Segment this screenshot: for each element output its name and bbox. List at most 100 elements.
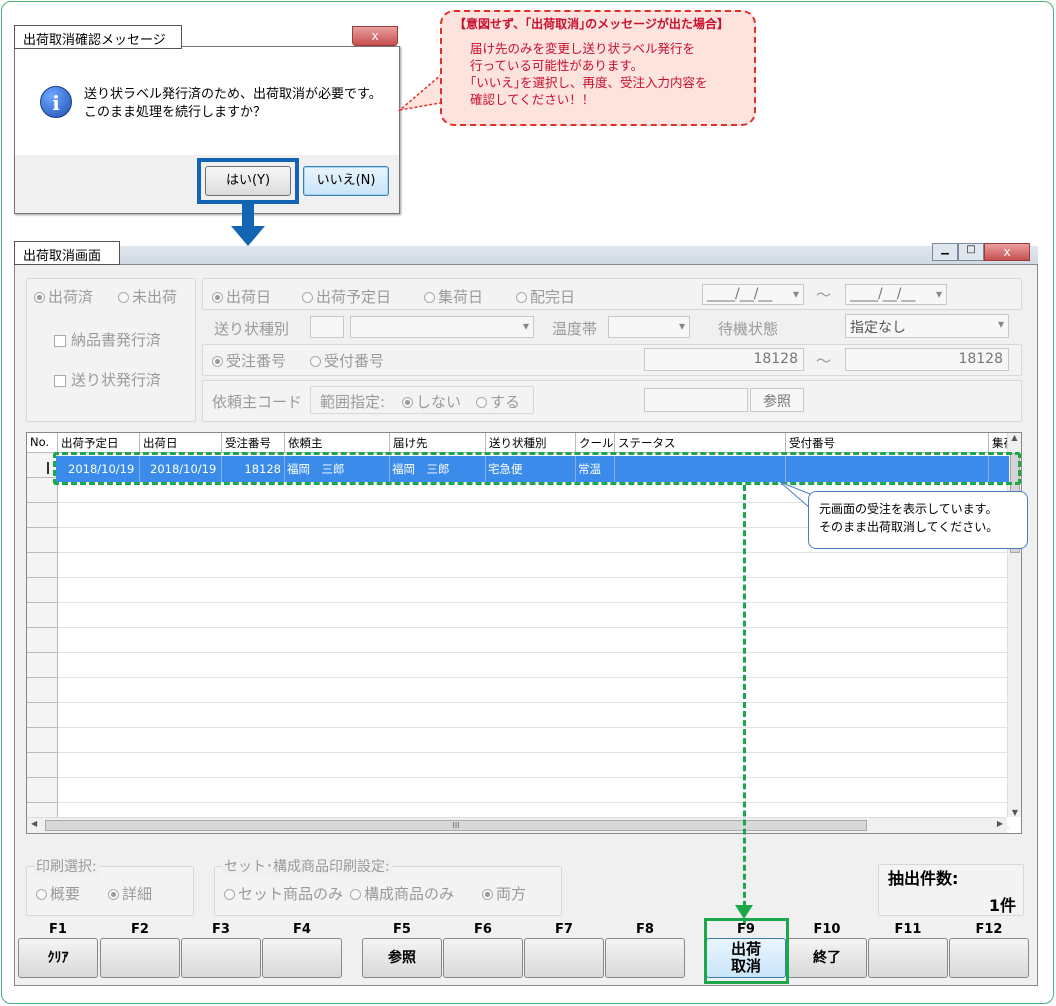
- wait-status-select[interactable]: 指定なし: [845, 314, 1009, 338]
- fkey-label-f8: F8: [636, 922, 654, 937]
- f4-button[interactable]: [262, 938, 342, 978]
- row-headers: [27, 453, 58, 833]
- f9-highlight-box: [704, 918, 789, 984]
- count-label: 抽出件数:: [888, 869, 959, 888]
- f11-button[interactable]: [868, 938, 948, 978]
- callout-line2: 行っている可能性があります。: [470, 58, 644, 73]
- col-header[interactable]: ステータス: [615, 433, 786, 453]
- radio-component-only[interactable]: 構成商品のみ: [350, 883, 454, 904]
- yes-highlight-box: [197, 158, 299, 204]
- radio-planned-date[interactable]: 出荷予定日: [302, 286, 391, 307]
- radio-receipt-no[interactable]: 受付番号: [310, 350, 384, 371]
- row-highlight-box: [53, 452, 1021, 485]
- f8-button[interactable]: [605, 938, 685, 978]
- waybill-type-code[interactable]: [310, 316, 344, 338]
- radio-delivered-date[interactable]: 配完日: [516, 286, 575, 307]
- callout-text: 届け先のみを変更し送り状ラベル発行を 行っている可能性があります。 ｢いいえ｣を…: [470, 40, 708, 108]
- col-header[interactable]: クール: [576, 433, 615, 453]
- dialog-message-line1: 送り状ラベル発行済のため、出荷取消が必要です。: [84, 87, 382, 102]
- count-value: 1件: [988, 896, 1016, 915]
- col-header[interactable]: 受注番号: [222, 433, 285, 453]
- green-dashed-line: [743, 485, 746, 925]
- radio-both[interactable]: 両方: [482, 883, 526, 904]
- f12-button[interactable]: [949, 938, 1029, 978]
- radio-order-no[interactable]: 受注番号: [212, 350, 286, 371]
- fkey-label-f1: F1: [49, 922, 67, 937]
- reference-button[interactable]: 参照: [362, 938, 442, 978]
- col-header[interactable]: No.: [27, 433, 58, 453]
- fkey-label-f4: F4: [293, 922, 311, 937]
- exit-button[interactable]: 終了: [787, 938, 867, 978]
- range-label: 範囲指定:: [320, 393, 386, 411]
- callout-line4: 確認してください！！: [470, 92, 595, 107]
- radio-shipped[interactable]: 出荷済: [34, 286, 93, 307]
- wait-status-label: 待機状態: [718, 320, 779, 338]
- radio-ship-date[interactable]: 出荷日: [212, 286, 271, 307]
- dialog-message: 送り状ラベル発行済のため、出荷取消が必要です。 このまま処理を続行しますか？: [84, 86, 382, 122]
- callout-line1: 届け先のみを変更し送り状ラベル発行を: [470, 41, 696, 56]
- date-to-picker[interactable]: ____/__/__: [845, 284, 947, 305]
- radio-set-only[interactable]: セット商品のみ: [224, 883, 343, 904]
- f6-button[interactable]: [443, 938, 523, 978]
- dialog-title: 出荷取消確認メッセージ: [14, 25, 182, 49]
- date-from-picker[interactable]: ____/__/__: [702, 284, 804, 305]
- col-header[interactable]: 依頼主: [285, 433, 390, 453]
- f7-button[interactable]: [524, 938, 604, 978]
- radio-range-no[interactable]: しない: [402, 391, 461, 412]
- client-code-label: 依頼主コード: [212, 393, 303, 411]
- set-print-label: セット･構成商品印刷設定:: [222, 856, 392, 876]
- fkey-label-f3: F3: [212, 922, 230, 937]
- waybill-type-label: 送り状種別: [214, 320, 290, 338]
- client-code-input[interactable]: [644, 388, 748, 412]
- fkey-label-f7: F7: [555, 922, 573, 937]
- clear-button[interactable]: ｸﾘｱ: [18, 938, 98, 978]
- waybill-type-select[interactable]: [350, 316, 534, 338]
- f3-button[interactable]: [181, 938, 261, 978]
- check-waybill-issued[interactable]: 送り状発行済: [54, 369, 161, 390]
- fkey-label-f11: F11: [894, 922, 922, 937]
- number-from-input[interactable]: 18128: [644, 348, 804, 371]
- radio-collect-date[interactable]: 集荷日: [424, 286, 483, 307]
- fkey-label-f6: F6: [474, 922, 492, 937]
- window-controls: ▁ □ x: [932, 243, 1036, 263]
- col-header[interactable]: 届け先: [390, 433, 486, 453]
- horizontal-scrollbar[interactable]: ◀ III ▶: [27, 817, 1007, 833]
- callout-line3: ｢いいえ｣を選択し、再度、受注入力内容を: [470, 75, 708, 90]
- radio-unshipped[interactable]: 未出荷: [118, 286, 177, 307]
- print-select-label: 印刷選択:: [34, 856, 99, 876]
- maximize-icon[interactable]: □: [958, 243, 984, 261]
- info-icon: i: [40, 86, 72, 118]
- col-header[interactable]: 受付番号: [786, 433, 989, 453]
- client-ref-button[interactable]: 参照: [750, 388, 804, 412]
- info-tooltip: 元画面の受注を表示しています。 そのまま出荷取消してください。: [808, 491, 1028, 549]
- tooltip-line2: そのまま出荷取消してください。: [819, 520, 999, 534]
- number-to-input[interactable]: 18128: [845, 348, 1009, 371]
- radio-summary[interactable]: 概要: [36, 883, 80, 904]
- callout-title: 【意図せず、｢出荷取消｣のメッセージが出た場合】: [454, 17, 729, 31]
- fkey-label-f2: F2: [131, 922, 149, 937]
- radio-range-yes[interactable]: する: [476, 391, 520, 412]
- temp-zone-label: 温度帯: [552, 320, 598, 338]
- tooltip-line1: 元画面の受注を表示しています。: [819, 502, 998, 516]
- green-arrow-icon: [735, 905, 753, 919]
- dialog-message-line2: このまま処理を続行しますか？: [84, 105, 267, 120]
- no-button[interactable]: いいえ(N): [303, 166, 389, 196]
- col-header[interactable]: 出荷日: [140, 433, 222, 453]
- down-arrow-icon: [231, 204, 265, 246]
- fkey-label-f12: F12: [975, 922, 1003, 937]
- date-tilde: 〜: [816, 286, 832, 304]
- fkey-label-f5: F5: [393, 922, 411, 937]
- number-tilde: 〜: [816, 352, 832, 370]
- check-delivery-note[interactable]: 納品書発行済: [54, 329, 161, 350]
- window-close-icon[interactable]: x: [984, 243, 1030, 261]
- radio-detail[interactable]: 詳細: [108, 883, 152, 904]
- minimize-icon[interactable]: ▁: [932, 243, 958, 261]
- dialog-close-button[interactable]: x: [352, 26, 398, 46]
- main-titlebar: [120, 246, 1038, 266]
- main-window-title: 出荷取消画面: [14, 241, 120, 265]
- col-header[interactable]: 出荷予定日: [58, 433, 140, 453]
- f2-button[interactable]: [100, 938, 180, 978]
- col-header[interactable]: 送り状種別: [486, 433, 576, 453]
- temp-zone-select[interactable]: [608, 316, 690, 338]
- fkey-label-f10: F10: [813, 922, 841, 937]
